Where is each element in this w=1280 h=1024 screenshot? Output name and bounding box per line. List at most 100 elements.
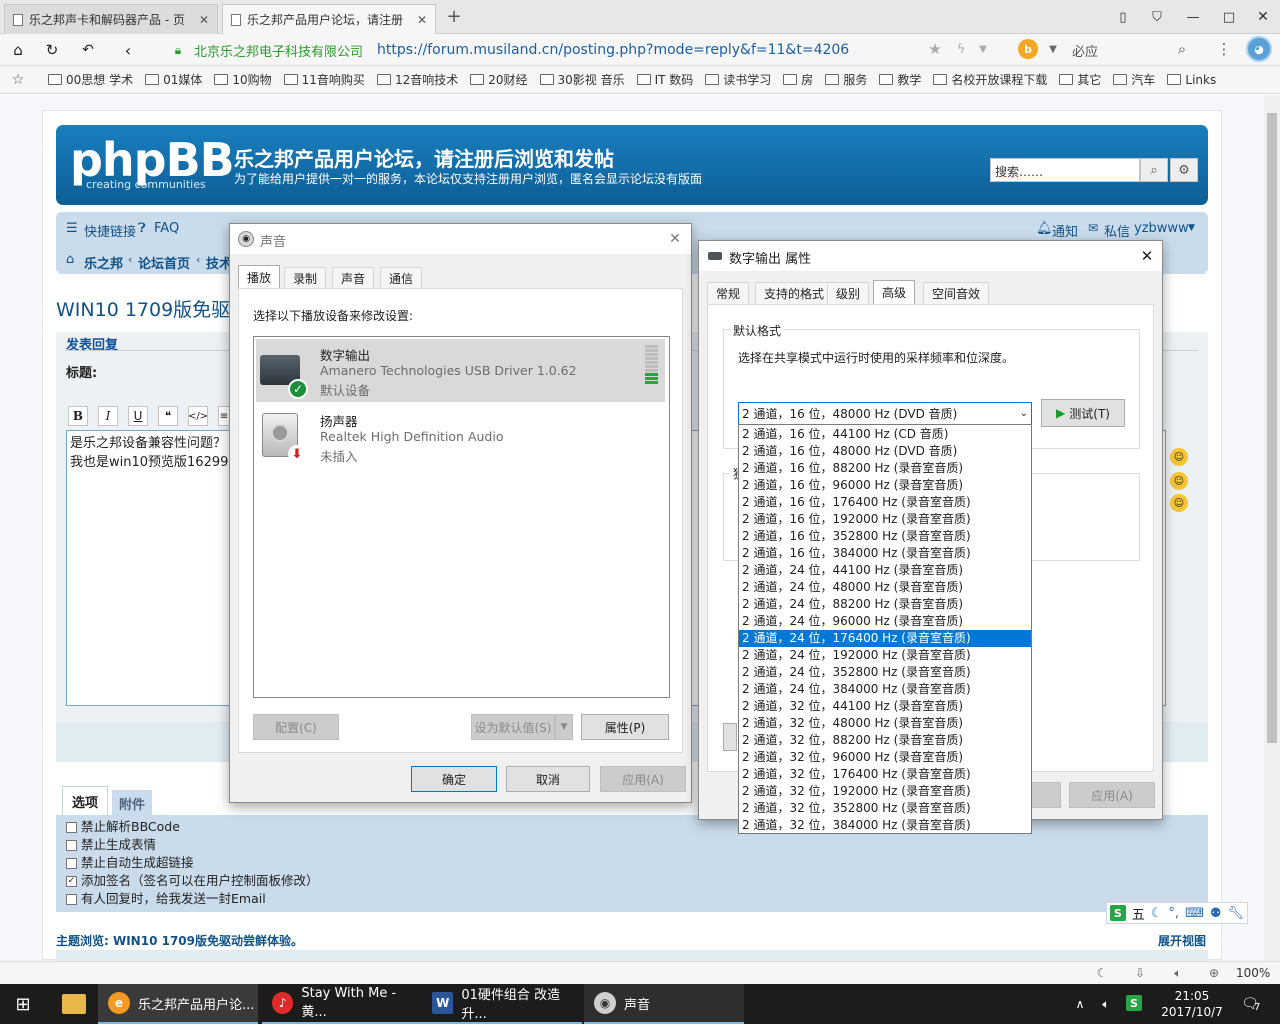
checkbox[interactable] (66, 821, 77, 833)
chevron-down-icon[interactable]: ▼ (555, 714, 573, 740)
file-explorer-icon[interactable] (62, 994, 86, 1014)
format-option[interactable]: 2 通道，32 位，88200 Hz (录音室音质) (739, 732, 1031, 749)
browser-tab-1[interactable]: 乐之邦声卡和解码器产品 - 页 ✕ (4, 4, 218, 34)
format-option[interactable]: 2 通道，24 位，352800 Hz (录音室音质) (739, 664, 1031, 681)
format-option[interactable]: 2 通道，32 位，44100 Hz (录音室音质) (739, 698, 1031, 715)
checkbox[interactable] (66, 839, 77, 851)
tab-spatial-sound[interactable]: 空间音效 (923, 282, 990, 304)
device-list[interactable]: ✓ 数字输出 Amanero Technologies USB Driver 1… (253, 336, 670, 698)
new-tab-icon[interactable]: + (444, 6, 464, 27)
user-icon[interactable]: ⚉ (1210, 906, 1222, 921)
home-icon[interactable]: ⌂ (8, 40, 28, 60)
bookmark-folder[interactable]: Links (1167, 73, 1216, 87)
bookmark-folder[interactable]: 汽车 (1113, 71, 1155, 88)
smiley-icon[interactable]: ☺ (1170, 448, 1188, 466)
format-option[interactable]: 2 通道，32 位，96000 Hz (录音室音质) (739, 749, 1031, 766)
menu-dots-icon[interactable]: ⋮ (1214, 39, 1234, 59)
bookmark-folder[interactable]: 教学 (879, 71, 921, 88)
chevron-down-icon[interactable]: ▼ (1046, 40, 1060, 58)
shirt-icon[interactable]: ⛉ (1148, 8, 1166, 26)
breadcrumb-item[interactable]: 论坛首页 (138, 253, 190, 272)
format-dropdown-list[interactable]: 2 通道，16 位，44100 Hz (CD 音质) 2 通道，16 位，480… (738, 424, 1032, 834)
option-row[interactable]: 有人回复时，给我发送一封Email (66, 890, 1198, 908)
bold-button[interactable]: B (68, 406, 88, 426)
configure-button[interactable]: 配置(C) (253, 714, 339, 740)
format-option[interactable]: 2 通道，24 位，96000 Hz (录音室音质) (739, 613, 1031, 630)
apply-button[interactable]: 应用(A) (1069, 782, 1155, 808)
lightning-icon[interactable]: ϟ (952, 40, 970, 58)
messages-link[interactable]: 私信 (1104, 221, 1130, 240)
bookmark-folder[interactable]: 00思想 学术 (48, 71, 133, 88)
chevron-down-icon[interactable]: ▼ (976, 40, 990, 58)
format-option[interactable]: 2 通道，32 位，352800 Hz (录音室音质) (739, 800, 1031, 817)
format-option-highlighted[interactable]: 2 通道，24 位，176400 Hz (录音室音质) (739, 630, 1031, 647)
close-window-icon[interactable]: ✕ (1254, 8, 1272, 26)
close-icon[interactable]: ✕ (666, 230, 684, 248)
bookmark-folder[interactable]: 房 (783, 71, 813, 88)
page-scrollbar[interactable] (1264, 95, 1280, 961)
format-option[interactable]: 2 通道，24 位，88200 Hz (录音室音质) (739, 596, 1031, 613)
bookmark-folder[interactable]: 名校开放课程下载 (933, 71, 1047, 88)
refresh-icon[interactable]: ↻ (42, 40, 62, 60)
download-icon[interactable]: ⇩ (1132, 965, 1148, 981)
browser-tab-2[interactable]: 乐之邦产品用户论坛，请注册 ✕ (222, 4, 436, 34)
option-row[interactable]: 禁止生成表情 (66, 836, 1198, 854)
device-item-digital-output[interactable]: ✓ 数字输出 Amanero Technologies USB Driver 1… (256, 339, 665, 402)
search-icon[interactable]: ⌕ (1140, 158, 1168, 182)
bookmark-folder[interactable]: 12音响技术 (376, 71, 458, 88)
quick-links[interactable]: 快捷链接 (84, 221, 136, 240)
bookmark-folder[interactable]: 服务 (825, 71, 867, 88)
zoom-icon[interactable]: ⊕ (1206, 965, 1222, 981)
moon-icon[interactable]: ☾ (1094, 965, 1110, 981)
tab-options[interactable]: 选项 (62, 786, 108, 816)
ime-mode[interactable]: 五 (1132, 904, 1145, 923)
tab-playback[interactable]: 播放 (238, 265, 281, 289)
bookmark-folder[interactable]: 30影视 音乐 (539, 71, 625, 88)
undo-icon[interactable]: ↶ (76, 40, 100, 60)
checkbox-checked[interactable]: ✓ (66, 875, 77, 887)
format-option[interactable]: 2 通道，32 位，384000 Hz (录音室音质) (739, 817, 1031, 834)
username-link[interactable]: yzbwww (1134, 221, 1189, 236)
windows-start-icon[interactable]: ⊞ (12, 993, 34, 1015)
format-option[interactable]: 2 通道，16 位，48000 Hz (DVD 音质) (739, 443, 1031, 460)
chevron-up-icon[interactable]: ∧ (1072, 996, 1088, 1012)
zoom-level[interactable]: 100% (1236, 966, 1270, 980)
format-option[interactable]: 2 通道，16 位，352800 Hz (录音室音质) (739, 528, 1031, 545)
chevron-down-icon[interactable]: ⌄ (1020, 408, 1028, 419)
close-tab-icon[interactable]: ✕ (199, 13, 209, 27)
format-option[interactable]: 2 通道，24 位，48000 Hz (录音室音质) (739, 579, 1031, 596)
wrench-icon[interactable]: 🔧︎ (1227, 906, 1244, 921)
device-item-speakers[interactable]: ⬇ 扬声器 Realtek High Definition Audio 未插入 (256, 405, 665, 468)
tab-advanced[interactable]: 高级 (873, 280, 916, 304)
option-row[interactable]: 禁止自动生成超链接 (66, 854, 1198, 872)
maximize-icon[interactable]: □ (1220, 8, 1238, 26)
search-icon[interactable]: ⌕ (1172, 39, 1192, 59)
back-icon[interactable]: ‹ (118, 40, 138, 60)
bookmark-folder[interactable]: IT 数码 (636, 71, 693, 88)
url-text[interactable]: https://forum.musiland.cn/posting.php?mo… (377, 42, 849, 58)
volume-icon[interactable]: 🔈︎ (1170, 965, 1186, 981)
tab-recording[interactable]: 录制 (284, 267, 327, 289)
expand-view-link[interactable]: 展开视图 (1158, 932, 1206, 949)
hamburger-icon[interactable]: ☰ (66, 221, 78, 236)
breadcrumb-item[interactable]: 乐之邦 (84, 253, 123, 272)
punctuation-icon[interactable]: °, (1168, 906, 1179, 921)
search-engine-icon[interactable]: b (1018, 39, 1038, 59)
gear-icon[interactable]: ⚙ (1170, 158, 1198, 182)
restore-defaults-button[interactable] (723, 723, 737, 751)
tab-levels[interactable]: 级别 (827, 282, 870, 304)
format-select[interactable]: 2 通道，16 位，48000 Hz (DVD 音质) ⌄ (738, 402, 1032, 425)
moon-icon[interactable]: ☾ (1151, 906, 1163, 921)
format-option[interactable]: 2 通道，32 位，48000 Hz (录音室音质) (739, 715, 1031, 732)
minimize-icon[interactable]: — (1184, 8, 1202, 26)
bookmark-folder[interactable]: 10购物 (214, 71, 272, 88)
clock[interactable]: 21:05 2017/10/7 (1160, 988, 1224, 1020)
reader-icon[interactable]: ▯ (1114, 8, 1132, 26)
faq-link[interactable]: FAQ (154, 221, 179, 236)
test-button[interactable]: ▶ 测试(T) (1041, 399, 1125, 427)
forum-search-input[interactable]: 搜索…… (990, 158, 1140, 182)
format-option[interactable]: 2 通道，24 位，44100 Hz (录音室音质) (739, 562, 1031, 579)
format-option[interactable]: 2 通道，32 位，176400 Hz (录音室音质) (739, 766, 1031, 783)
tab-attachments[interactable]: 附件 (112, 790, 152, 816)
ime-toolbar[interactable]: S 五 ☾ °, ⌨ ⚉ 🔧︎ (1106, 902, 1248, 924)
